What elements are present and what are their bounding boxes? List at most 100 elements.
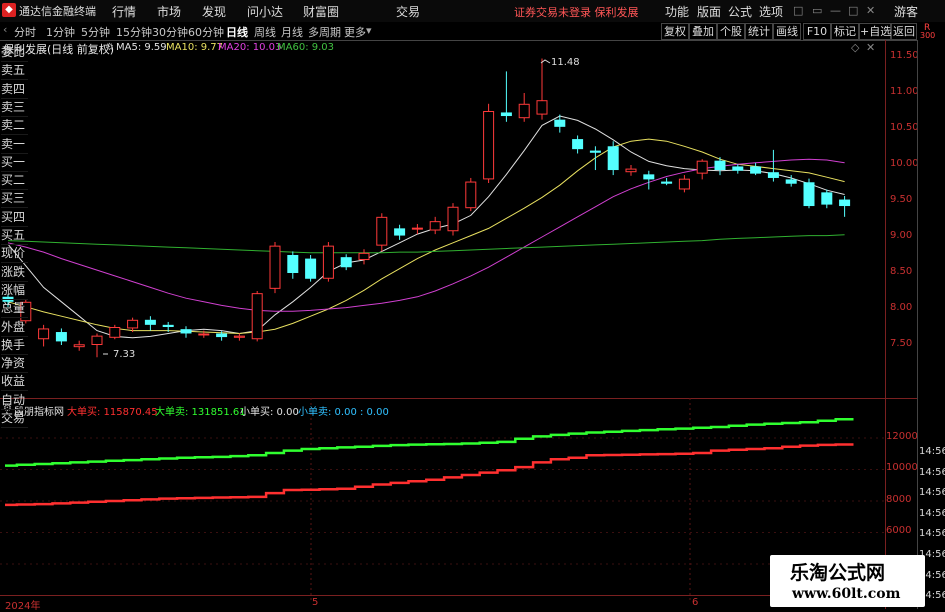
candle [91, 333, 103, 358]
quote-side-panel [917, 40, 945, 609]
candle-body [376, 216, 388, 246]
ma-line-ma60 [7, 234, 845, 254]
overlay-button[interactable]: 叠加 [689, 23, 717, 40]
candle [750, 162, 762, 176]
candle-body [162, 324, 174, 327]
menu-formula[interactable]: 公式 [728, 3, 752, 20]
menu-discover[interactable]: 发现 [202, 3, 226, 20]
side-item: 收益 [1, 373, 28, 392]
stats-button[interactable]: 统计 [745, 23, 773, 40]
indicator-tick: 8000 [886, 494, 912, 505]
watermark-title: 乐淘公式网 [790, 562, 886, 584]
candle-body [572, 139, 584, 150]
price-tick: 10.00 [890, 158, 919, 169]
period-30min[interactable]: 30分钟 [152, 24, 188, 40]
candle-body [287, 255, 299, 273]
period-monthly[interactable]: 月线 [281, 24, 303, 40]
candle [465, 177, 477, 212]
square-icon[interactable]: □ [793, 4, 803, 17]
low-price-label: 7.33 [113, 349, 136, 360]
stock-button[interactable]: 个股 [717, 23, 745, 40]
mark-button[interactable]: 标记 [831, 23, 859, 40]
candle-body [55, 332, 67, 342]
chart-area[interactable] [0, 40, 917, 609]
candle-body [732, 166, 744, 171]
candle [322, 242, 334, 282]
window-icon[interactable]: ▭ [812, 4, 822, 17]
period-multi[interactable]: 多周期 [308, 24, 341, 40]
price-tick: 10.50 [890, 122, 919, 133]
more-dropdown-icon[interactable]: ▾ [366, 24, 372, 37]
close-chart-icon[interactable]: ✕ [866, 41, 875, 54]
side-item: 买四 [1, 209, 28, 227]
menu-trade[interactable]: 交易 [396, 3, 420, 20]
draw-button[interactable]: 画线 [773, 23, 801, 40]
candle [305, 255, 317, 282]
candle [607, 141, 619, 176]
candle [500, 71, 512, 122]
candle [536, 58, 548, 120]
minimize-icon[interactable]: — [830, 4, 841, 17]
period-more[interactable]: 更多 [344, 24, 366, 40]
candle-body [198, 333, 210, 336]
candle [287, 251, 299, 279]
high-price-label: 11.48 [551, 57, 580, 68]
side-item[interactable]: 交易 [1, 410, 28, 428]
trade-time: 14:56 [919, 446, 945, 457]
period-daily[interactable]: 日线 [226, 24, 248, 40]
candle [767, 149, 779, 182]
period-5min[interactable]: 5分钟 [81, 24, 110, 40]
candle-body [394, 228, 406, 236]
toolbar-left-arrow-icon[interactable]: ‹ [3, 23, 7, 36]
candle-body [803, 182, 815, 207]
candle [661, 177, 673, 186]
price-tick: 8.00 [890, 302, 913, 313]
side-item: 卖五 [1, 62, 28, 81]
candle [38, 324, 50, 347]
period-weekly[interactable]: 周线 [254, 24, 276, 40]
candle-body [625, 168, 637, 173]
candle-body [589, 150, 601, 153]
legend-ma5: MA5: 9.59 [116, 42, 167, 53]
back-button[interactable]: 返回 [891, 23, 917, 40]
period-60min[interactable]: 60分钟 [188, 24, 224, 40]
period-1min[interactable]: 1分钟 [46, 24, 75, 40]
candle [376, 213, 388, 252]
candle-body [411, 227, 423, 230]
menu-layout[interactable]: 版面 [697, 3, 721, 20]
menu-ask[interactable]: 问小达 [247, 3, 283, 20]
candle-body [91, 335, 103, 346]
candle-body [678, 178, 690, 190]
candle-body [750, 166, 762, 174]
candle-body [109, 327, 121, 338]
candle-body [767, 172, 779, 178]
menu-options[interactable]: 选项 [759, 3, 783, 20]
candle-body [269, 245, 281, 289]
trade-time: 14:56 [919, 466, 945, 478]
diamond-icon[interactable]: ◇ [851, 41, 859, 54]
menu-function[interactable]: 功能 [665, 3, 689, 20]
guest-user[interactable]: 游客 [894, 3, 918, 20]
candle-body [821, 192, 833, 205]
period-tick[interactable]: 分时 [14, 24, 36, 40]
menu-fortune[interactable]: 财富圈 [303, 3, 339, 20]
legend-big-sell: 大单卖: 131851.61 [155, 407, 246, 418]
big-sell-line [5, 418, 854, 467]
candle [447, 203, 459, 236]
add-watchlist-button[interactable]: +自选 [859, 23, 891, 40]
menu-quotes[interactable]: 行情 [112, 3, 136, 20]
maximize-icon[interactable]: □ [848, 4, 858, 17]
legend-small-buy: 小单买: 0.00 [240, 407, 299, 418]
side-item: 卖二 [1, 117, 28, 136]
candle-body [233, 335, 245, 338]
side-item: 买二 [1, 172, 28, 191]
close-icon[interactable]: ✕ [866, 4, 875, 17]
side-item[interactable]: 自动 [1, 392, 28, 410]
menu-market[interactable]: 市场 [157, 3, 181, 20]
trade-login-alert[interactable]: 证券交易未登录 保利发展 [514, 4, 639, 20]
side-item: 买一 [1, 154, 28, 172]
period-15min[interactable]: 15分钟 [116, 24, 152, 40]
settings-gear-icon[interactable]: ⚙ [105, 42, 114, 53]
f10-button[interactable]: F10 [803, 23, 831, 40]
adjust-button[interactable]: 复权 [661, 23, 689, 40]
